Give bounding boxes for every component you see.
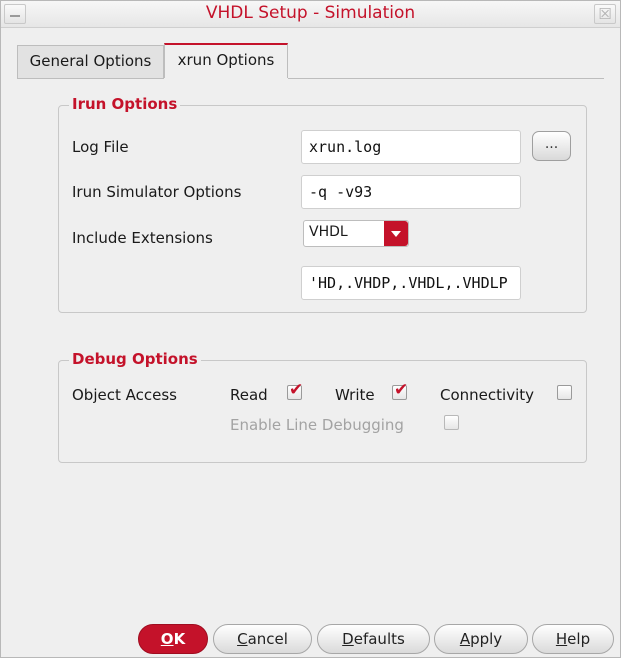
simulator-options-input[interactable]: -q -v93 — [301, 175, 521, 209]
defaults-button[interactable]: Defaults — [317, 624, 430, 654]
connectivity-checkbox[interactable] — [557, 385, 572, 400]
close-icon: ☒ — [598, 5, 612, 23]
write-label: Write — [335, 386, 375, 404]
vhdl-setup-dialog: VHDL Setup - Simulation ☒ General Option… — [0, 0, 621, 658]
read-label: Read — [230, 386, 268, 404]
log-file-input[interactable]: xrun.log — [301, 130, 521, 164]
apply-button[interactable]: Apply — [434, 624, 528, 654]
log-file-label: Log File — [72, 138, 129, 156]
include-extensions-input[interactable]: 'HD,.VHDP,.VHDL,.VHDLP — [301, 266, 521, 300]
write-checkbox[interactable]: ✔ — [392, 380, 408, 400]
check-icon: ✔ — [289, 380, 304, 400]
debug-options-group: Debug Options — [58, 350, 587, 463]
log-file-browse-button[interactable]: ... — [532, 131, 571, 161]
check-icon: ✔ — [394, 380, 409, 400]
read-checkbox[interactable]: ✔ — [287, 380, 303, 400]
chevron-down-icon[interactable] — [384, 221, 408, 246]
connectivity-label: Connectivity — [440, 386, 534, 404]
tab-panel-border — [17, 78, 604, 79]
simulator-options-label: Irun Simulator Options — [72, 183, 242, 201]
tab-xrun-options[interactable]: xrun Options — [164, 43, 288, 79]
cancel-button[interactable]: Cancel — [213, 624, 312, 654]
include-extensions-select[interactable]: VHDL — [303, 220, 409, 247]
include-extensions-label: Include Extensions — [72, 229, 213, 247]
debug-options-title: Debug Options — [69, 350, 201, 368]
help-button[interactable]: Help — [532, 624, 614, 654]
irun-options-title: Irun Options — [69, 95, 181, 113]
line-debugging-checkbox — [444, 415, 459, 430]
tab-general-options[interactable]: General Options — [17, 45, 164, 79]
window-title: VHDL Setup - Simulation — [205, 3, 416, 23]
ok-button[interactable]: OK — [138, 624, 208, 654]
include-extensions-selected: VHDL — [309, 224, 348, 240]
line-debugging-label: Enable Line Debugging — [230, 416, 404, 434]
close-button[interactable]: ☒ — [594, 4, 616, 24]
title-bar: VHDL Setup - Simulation ☒ — [1, 1, 620, 28]
object-access-label: Object Access — [72, 386, 177, 404]
